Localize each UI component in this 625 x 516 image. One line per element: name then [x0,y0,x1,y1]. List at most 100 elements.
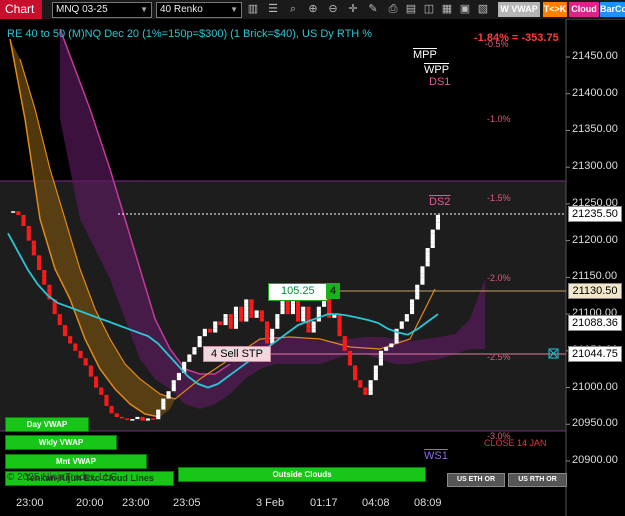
pct-label: -3.0% [487,431,511,441]
wkly-vwap-button[interactable]: Wkly VWAP [5,435,117,450]
mnt-vwap-button[interactable]: Mnt VWAP [5,454,147,469]
renko-brick-up [192,350,197,355]
strategies-icon[interactable]: ▦ [440,2,454,16]
renko-brick-up [280,303,285,307]
layout-icon[interactable]: ▤ [404,2,418,16]
stop-price-label: 21044.75 [568,346,622,362]
renko-brick-down [73,347,78,351]
day-vwap-button[interactable]: Day VWAP [5,417,89,432]
renko-brick-up [275,317,280,322]
target-qty-badge[interactable]: 4 [326,283,340,299]
crosshair-icon[interactable]: ✛ [346,2,360,16]
instrument-selector[interactable]: MNQ 03-25 ▼ [52,2,152,18]
target-order-tag[interactable]: 105.25 [268,283,328,301]
renko-brick-up [415,292,420,296]
renko-brick-down [306,314,311,318]
chart-tab[interactable]: Chart [0,0,42,19]
renko-brick-up [254,310,259,315]
renko-brick-down [347,361,352,366]
chart-window: Chart MNQ 03-25 ▼ 40 Renko ▼ ▥ ☰ ⌕ ⊕ ⊖ ✛… [0,0,625,516]
renko-brick-down [42,277,47,282]
renko-brick-down [78,350,83,355]
renko-brick-up [270,332,275,337]
mpp-label: MPP [413,49,437,61]
bar-type-selector[interactable]: 40 Renko ▼ [156,2,242,18]
magnify-icon[interactable]: ⌕ [286,2,300,16]
renko-brick-up [430,233,435,237]
price-tick-label: 21200.00 [572,233,618,246]
renko-brick-down [21,218,26,223]
renko-brick-down [228,325,233,329]
pct-label: -1.0% [487,114,511,124]
renko-brick-up [316,306,321,311]
zoom-out-icon[interactable]: ⊖ [326,2,340,16]
us-eth-or-button[interactable]: US ETH OR [447,473,505,487]
renko-brick-down [249,299,254,304]
renko-brick-down [47,284,52,289]
outside-clouds-button[interactable]: Outside Clouds [178,467,426,482]
renko-brick-up [244,306,249,311]
renko-brick-up [171,387,176,392]
renko-brick-up [197,336,202,340]
properties-icon[interactable]: ☰ [266,2,280,16]
renko-brick-up [394,336,399,340]
renko-brick-down [249,310,254,315]
screenshot-icon[interactable]: ⎙ [386,2,400,16]
chart-trader-icon[interactable]: ▣ [458,2,472,16]
renko-brick-up [425,255,430,259]
zoom-in-icon[interactable]: ⊕ [306,2,320,16]
time-tick-label: 23:00 [16,497,44,509]
renko-brick-up [410,303,415,307]
renko-brick-up [368,391,373,395]
renko-brick-down [16,211,21,215]
tk-toggle-button[interactable]: T<>K [543,2,567,17]
renko-brick-up [275,314,280,318]
renko-brick-down [259,314,264,318]
renko-brick-down [296,314,301,318]
renko-brick-down [327,303,332,307]
renko-brick-up [425,259,430,263]
renko-brick-down [62,328,67,333]
data-box-icon[interactable]: ▧ [476,2,490,16]
renko-brick-down [52,310,57,315]
renko-brick-down [21,222,26,226]
renko-brick-up [223,321,228,326]
vwap-toggle-button[interactable]: W VWAP [498,2,540,17]
barco-toggle-button[interactable]: BarCo [600,2,625,17]
time-tick-label: 23:05 [173,497,201,509]
pencil-icon[interactable]: ✎ [366,2,380,16]
renko-brick-up [415,284,420,289]
renko-brick-down [37,259,42,263]
chevron-down-icon: ▼ [140,5,148,14]
renko-brick-down [265,321,270,326]
chevron-down-icon: ▼ [230,5,238,14]
us-rth-or-button[interactable]: US RTH OR [508,473,567,487]
renko-brick-down [37,266,42,270]
renko-brick-up [161,405,166,410]
pct-label: -2.5% [487,352,511,362]
renko-brick-up [290,303,295,307]
renko-brick-up [435,218,440,223]
ds2-label: DS2 [429,196,451,208]
price-tick-label: 21400.00 [572,86,618,99]
time-tick-label: 3 Feb [256,497,285,509]
renko-brick-up [415,288,420,293]
renko-brick-up [378,350,383,355]
renko-brick-up [130,419,135,421]
renko-brick-down [109,409,114,414]
renko-brick-down [249,306,254,311]
time-tick-label: 20:00 [76,497,104,509]
time-tick-label: 08:09 [414,497,442,509]
indicators-icon[interactable]: ◫ [422,2,436,16]
renko-brick-down [337,325,342,329]
renko-brick-down [26,237,31,241]
cloud-toggle-button[interactable]: Cloud [569,2,599,17]
renko-brick-down [125,418,130,420]
bar-chart-icon[interactable]: ▥ [246,2,260,16]
renko-brick-down [83,361,88,366]
renko-brick-up [435,214,440,219]
stop-order-tag[interactable]: 4 Sell STP [203,346,271,362]
renko-brick-up [166,391,171,395]
renko-brick-up [244,314,249,318]
renko-brick-down [265,332,270,337]
